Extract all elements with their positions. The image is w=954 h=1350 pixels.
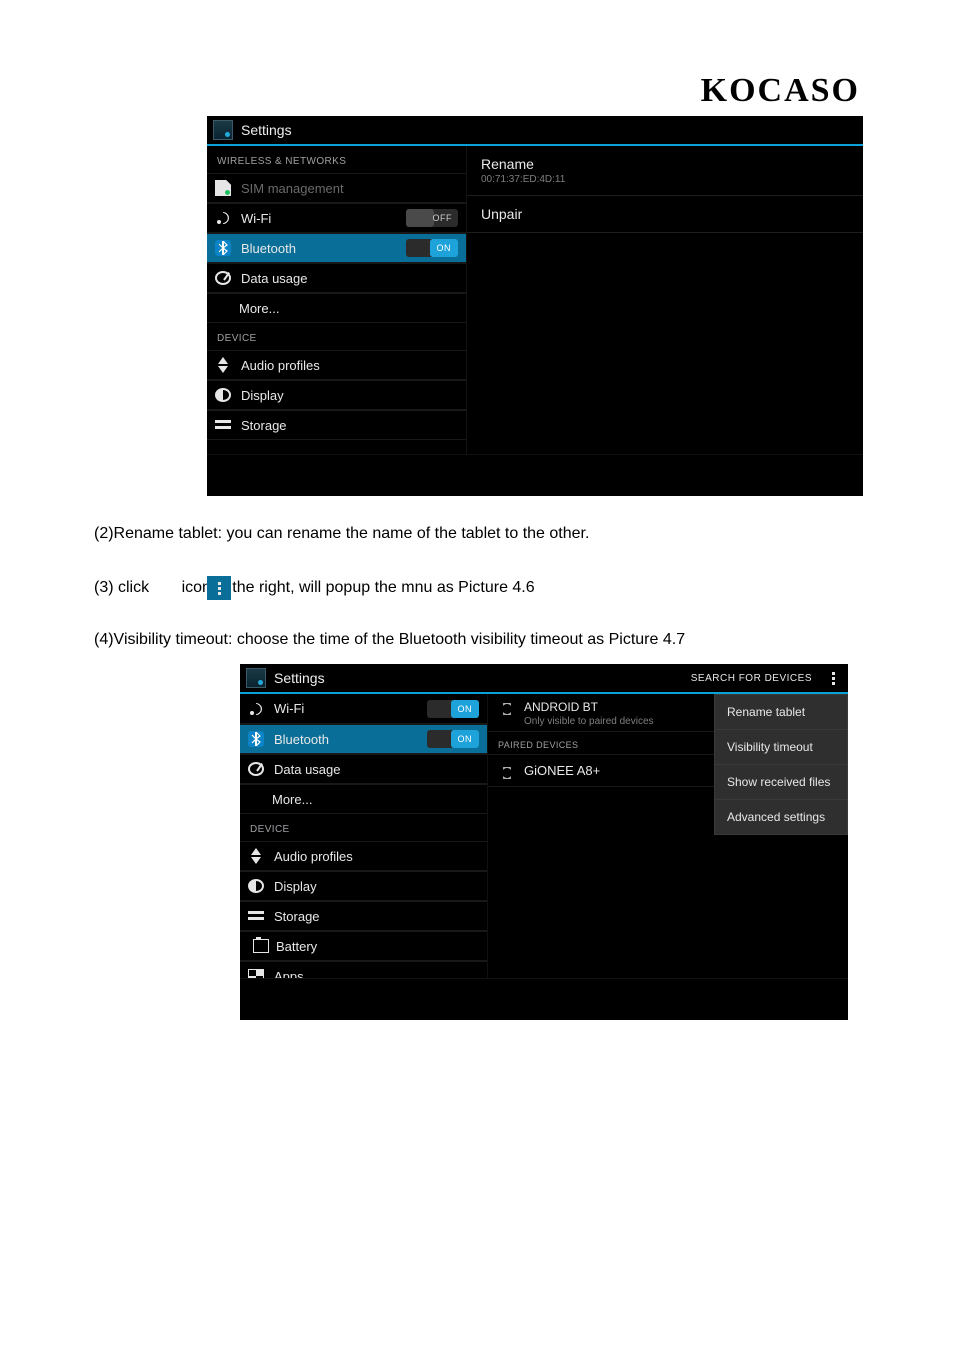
menu-item-advanced-settings[interactable]: Advanced settings — [715, 800, 847, 834]
bluetooth-toggle[interactable]: ON — [406, 239, 458, 257]
sidebar-label-storage: Storage — [241, 418, 458, 433]
settings-app-icon — [246, 668, 266, 688]
audio-profiles-icon — [215, 357, 231, 373]
sidebar-item-more[interactable]: More... — [207, 293, 466, 323]
window-title: Settings — [274, 670, 325, 686]
sidebar-item-data-usage[interactable]: Data usage — [207, 263, 466, 293]
sidebar-label-display: Display — [241, 388, 458, 403]
detail-pane: Rename 00:71:37:ED:4D:11 Unpair — [467, 146, 863, 496]
wifi-icon — [215, 210, 231, 226]
section-header-device: DEVICE — [207, 323, 466, 350]
switch-on-label: ON — [458, 734, 473, 744]
option-rename-device[interactable]: Rename 00:71:37:ED:4D:11 — [467, 146, 863, 196]
window-titlebar: Settings SEARCH FOR DEVICES — [240, 664, 848, 694]
option-rename-title: Rename — [481, 156, 849, 172]
screenshot-bluetooth-menu: Settings SEARCH FOR DEVICES Wi-Fi ON Blu… — [240, 664, 848, 1020]
system-navbar[interactable] — [240, 978, 848, 1020]
switch-on-label: ON — [437, 243, 452, 253]
storage-icon — [215, 417, 231, 433]
data-usage-icon — [215, 271, 231, 285]
sim-icon — [215, 180, 231, 196]
display-icon — [248, 879, 264, 893]
doc-text-visibility-timeout: (4)Visibility timeout: choose the time o… — [94, 628, 864, 652]
doc-text-after-icon: icon in the right, will popup the mnu as… — [182, 579, 535, 596]
sidebar-label-audio: Audio profiles — [241, 358, 458, 373]
sidebar-label-wifi: Wi-Fi — [274, 701, 417, 716]
settings-app-icon — [213, 120, 233, 140]
overflow-menu-icon-inline — [207, 576, 231, 600]
sidebar-item-more[interactable]: More... — [240, 784, 487, 814]
sidebar-label-battery: Battery — [276, 939, 479, 954]
sidebar-item-battery[interactable]: Battery — [240, 931, 487, 961]
sidebar-label-sim: SIM management — [241, 181, 458, 196]
sidebar-item-wifi[interactable]: Wi-Fi OFF — [207, 203, 466, 233]
menu-item-show-received-files[interactable]: Show received files — [715, 765, 847, 800]
section-header-device: DEVICE — [240, 814, 487, 841]
sidebar-label-more: More... — [239, 301, 458, 316]
window-titlebar: Settings — [207, 116, 863, 146]
settings-sidebar: WIRELESS & NETWORKS SIM management Wi-Fi… — [207, 146, 467, 496]
sidebar-label-bluetooth: Bluetooth — [274, 732, 417, 747]
switch-on-label: ON — [458, 704, 473, 714]
sidebar-item-display[interactable]: Display — [240, 871, 487, 901]
phone-icon — [498, 700, 514, 714]
battery-icon — [253, 939, 269, 953]
switch-off-label: OFF — [433, 213, 453, 223]
bt-self-sub: Only visible to paired devices — [524, 716, 654, 727]
wifi-toggle[interactable]: OFF — [406, 209, 458, 227]
bluetooth-icon — [215, 240, 231, 256]
search-for-devices-button[interactable]: SEARCH FOR DEVICES — [691, 673, 812, 684]
overflow-menu-popup: Rename tablet Visibility timeout Show re… — [714, 694, 848, 835]
sidebar-item-storage[interactable]: Storage — [207, 410, 466, 440]
system-navbar[interactable] — [207, 454, 863, 496]
option-rename-mac: 00:71:37:ED:4D:11 — [481, 174, 849, 185]
overflow-menu-icon[interactable] — [826, 669, 840, 687]
detail-pane: ANDROID BT Only visible to paired device… — [488, 694, 848, 1020]
option-unpair-title: Unpair — [481, 206, 849, 222]
window-title: Settings — [241, 122, 292, 138]
brand-logo: KOCASO — [701, 72, 860, 110]
sidebar-label-bluetooth: Bluetooth — [241, 241, 396, 256]
doc-text-before-icon: (3) click — [94, 579, 154, 596]
sidebar-item-audio-profiles[interactable]: Audio profiles — [240, 841, 487, 871]
sidebar-item-bluetooth[interactable]: Bluetooth ON — [207, 233, 466, 263]
paired-device-name: GiONEE A8+ — [524, 763, 600, 778]
sidebar-label-wifi: Wi-Fi — [241, 211, 396, 226]
sidebar-item-storage[interactable]: Storage — [240, 901, 487, 931]
screenshot-bluetooth-device-options: Settings WIRELESS & NETWORKS SIM managem… — [207, 116, 863, 496]
sidebar-item-wifi[interactable]: Wi-Fi ON — [240, 694, 487, 724]
sidebar-label-display: Display — [274, 879, 479, 894]
sidebar-label-storage: Storage — [274, 909, 479, 924]
sidebar-item-sim[interactable]: SIM management — [207, 173, 466, 203]
phone-icon — [498, 764, 514, 778]
doc-text-rename-tablet: (2)Rename tablet: you can rename the nam… — [94, 522, 864, 546]
settings-sidebar: Wi-Fi ON Bluetooth ON Data usage — [240, 694, 488, 1020]
sidebar-label-data-usage: Data usage — [241, 271, 458, 286]
wifi-toggle[interactable]: ON — [427, 700, 479, 718]
data-usage-icon — [248, 762, 264, 776]
option-unpair[interactable]: Unpair — [467, 196, 863, 233]
sidebar-item-display[interactable]: Display — [207, 380, 466, 410]
bt-self-name: ANDROID BT — [524, 700, 654, 714]
sidebar-label-audio: Audio profiles — [274, 849, 479, 864]
menu-item-rename-tablet[interactable]: Rename tablet — [715, 695, 847, 730]
sidebar-label-data-usage: Data usage — [274, 762, 479, 777]
sidebar-item-data-usage[interactable]: Data usage — [240, 754, 487, 784]
bluetooth-toggle[interactable]: ON — [427, 730, 479, 748]
kebab-icon — [212, 579, 226, 597]
storage-icon — [248, 908, 264, 924]
display-icon — [215, 388, 231, 402]
menu-item-visibility-timeout[interactable]: Visibility timeout — [715, 730, 847, 765]
audio-profiles-icon — [248, 848, 264, 864]
section-header-wireless: WIRELESS & NETWORKS — [207, 146, 466, 173]
wifi-icon — [248, 701, 264, 717]
bluetooth-icon — [248, 731, 264, 747]
sidebar-label-more: More... — [272, 792, 479, 807]
sidebar-item-bluetooth[interactable]: Bluetooth ON — [240, 724, 487, 754]
sidebar-item-audio-profiles[interactable]: Audio profiles — [207, 350, 466, 380]
